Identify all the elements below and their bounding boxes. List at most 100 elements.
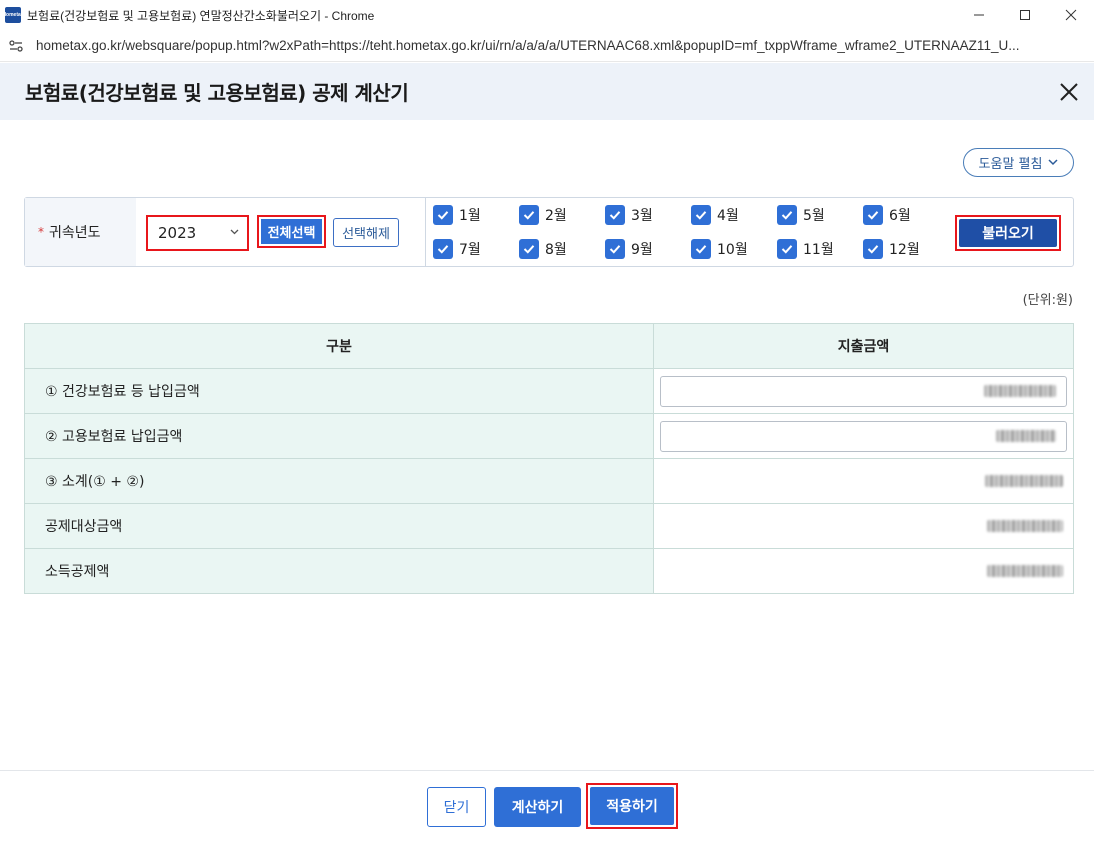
unit-label: (단위:원) <box>1022 293 1073 308</box>
table-row: 소득공제액 <box>24 548 1074 594</box>
deselect-all-button[interactable]: 선택해제 <box>333 218 399 247</box>
checkmark-icon <box>519 205 539 225</box>
redacted-value <box>987 565 1063 577</box>
table-row: ① 건강보험료 등 납입금액 <box>24 368 1074 414</box>
table-row: 공제대상금액 <box>24 503 1074 549</box>
site-info-icon[interactable] <box>8 38 24 54</box>
checkmark-icon <box>777 239 797 259</box>
checkmark-icon <box>605 205 625 225</box>
month-checkbox-1[interactable]: 1월 <box>433 204 481 226</box>
table-header-row: 구분 지출금액 <box>24 323 1074 369</box>
calculate-label: 계산하기 <box>511 800 564 816</box>
row-label-income-deduction: 소득공제액 <box>24 548 654 594</box>
checkmark-icon <box>863 205 883 225</box>
checkmark-icon <box>691 239 711 259</box>
month-label: 4월 <box>717 208 739 224</box>
month-label: 10월 <box>717 242 748 258</box>
employment-insurance-amount-cell <box>653 413 1074 459</box>
deductible-amount-cell <box>653 503 1074 549</box>
window-title: 보험료(건강보험료 및 고용보험료) 연말정산간소화불러오기 - Chrome <box>27 8 375 23</box>
month-checkbox-3[interactable]: 3월 <box>605 204 653 226</box>
row-label-subtotal: ③ 소계(① + ②) <box>24 458 654 504</box>
month-checkbox-6[interactable]: 6월 <box>863 204 911 226</box>
month-label: 2월 <box>545 208 567 224</box>
month-checkbox-10[interactable]: 10월 <box>691 238 748 260</box>
year-label-cell: * 귀속년도 <box>25 198 136 266</box>
select-all-button[interactable]: 전체선택 <box>257 215 326 248</box>
redacted-value <box>996 430 1056 442</box>
checkmark-icon <box>519 239 539 259</box>
checkmark-icon <box>863 239 883 259</box>
window-close-icon <box>1065 9 1077 21</box>
load-label: 불러오기 <box>959 219 1057 247</box>
redacted-value <box>984 385 1056 397</box>
month-label: 5월 <box>803 208 825 224</box>
column-header-category: 구분 <box>24 323 654 369</box>
row-label-employment-insurance: ② 고용보험료 납입금액 <box>24 413 654 459</box>
required-mark: * <box>38 225 44 239</box>
address-bar: hometax.go.kr/websquare/popup.html?w2xPa… <box>0 30 1094 62</box>
column-header-amount: 지출금액 <box>653 323 1074 369</box>
window-controls <box>956 0 1094 30</box>
close-button[interactable]: 닫기 <box>427 787 486 827</box>
chevron-down-icon <box>230 229 239 235</box>
checkmark-icon <box>691 205 711 225</box>
health-insurance-amount-cell <box>653 368 1074 414</box>
maximize-icon <box>1020 10 1030 20</box>
load-button[interactable]: 불러오기 <box>955 215 1061 251</box>
checkmark-icon <box>777 205 797 225</box>
month-label: 6월 <box>889 208 911 224</box>
month-checkbox-5[interactable]: 5월 <box>777 204 825 226</box>
popup-close-button[interactable] <box>1056 79 1082 105</box>
redacted-value <box>987 520 1063 532</box>
checkmark-icon <box>433 205 453 225</box>
footer-divider <box>0 770 1094 771</box>
table-row: ② 고용보험료 납입금액 <box>24 413 1074 459</box>
popup-header: 보험료(건강보험료 및 고용보험료) 공제 계산기 <box>0 63 1094 120</box>
subtotal-amount-cell <box>653 458 1074 504</box>
month-label: 11월 <box>803 242 834 258</box>
calculate-button[interactable]: 계산하기 <box>494 787 581 827</box>
month-checkbox-4[interactable]: 4월 <box>691 204 739 226</box>
help-toggle-button[interactable]: 도움말 펼침 <box>963 148 1074 177</box>
minimize-icon <box>974 14 984 16</box>
minimize-button[interactable] <box>956 0 1002 30</box>
year-select[interactable]: 2023 <box>146 215 249 251</box>
apply-button[interactable]: 적용하기 <box>586 783 678 829</box>
chevron-down-icon <box>1048 159 1058 166</box>
month-label: 12월 <box>889 242 920 258</box>
url-text[interactable]: hometax.go.kr/websquare/popup.html?w2xPa… <box>36 38 1086 53</box>
month-label: 8월 <box>545 242 567 258</box>
app-icon-text: Hometax <box>2 12 24 18</box>
maximize-button[interactable] <box>1002 0 1048 30</box>
redacted-value <box>985 475 1063 487</box>
month-checkbox-7[interactable]: 7월 <box>433 238 481 260</box>
window-title-bar: Hometax 보험료(건강보험료 및 고용보험료) 연말정산간소화불러오기 -… <box>0 0 1094 30</box>
health-insurance-amount-input[interactable] <box>660 375 1067 407</box>
window-close-button[interactable] <box>1048 0 1094 30</box>
month-checkbox-11[interactable]: 11월 <box>777 238 834 260</box>
month-label: 9월 <box>631 242 653 258</box>
filter-panel: * 귀속년도 2023 전체선택 선택해제 1월 2월 3월 4월 5월 6월 7월 8월 9월… <box>24 197 1074 267</box>
deduction-table: 구분 지출금액 ① 건강보험료 등 납입금액 ② 고용보험료 납입금액 ③ 소계… <box>24 323 1074 594</box>
month-checkbox-2[interactable]: 2월 <box>519 204 567 226</box>
month-checkbox-12[interactable]: 12월 <box>863 238 920 260</box>
table-row: ③ 소계(① + ②) <box>24 458 1074 504</box>
row-label-deductible-amount: 공제대상금액 <box>24 503 654 549</box>
month-label: 1월 <box>459 208 481 224</box>
apply-label: 적용하기 <box>590 787 674 825</box>
checkmark-icon <box>605 239 625 259</box>
month-checkbox-9[interactable]: 9월 <box>605 238 653 260</box>
hometax-app-icon: Hometax <box>2 7 24 23</box>
help-toggle-label: 도움말 펼침 <box>978 157 1043 172</box>
month-label: 3월 <box>631 208 653 224</box>
filter-divider <box>425 198 426 266</box>
year-value: 2023 <box>158 224 197 242</box>
popup-title: 보험료(건강보험료 및 고용보험료) 공제 계산기 <box>25 81 409 105</box>
income-deduction-amount-cell <box>653 548 1074 594</box>
month-checkbox-8[interactable]: 8월 <box>519 238 567 260</box>
select-all-label: 전체선택 <box>261 219 322 244</box>
employment-insurance-amount-input[interactable] <box>660 420 1067 452</box>
deselect-all-label: 선택해제 <box>342 227 390 242</box>
month-label: 7월 <box>459 242 481 258</box>
